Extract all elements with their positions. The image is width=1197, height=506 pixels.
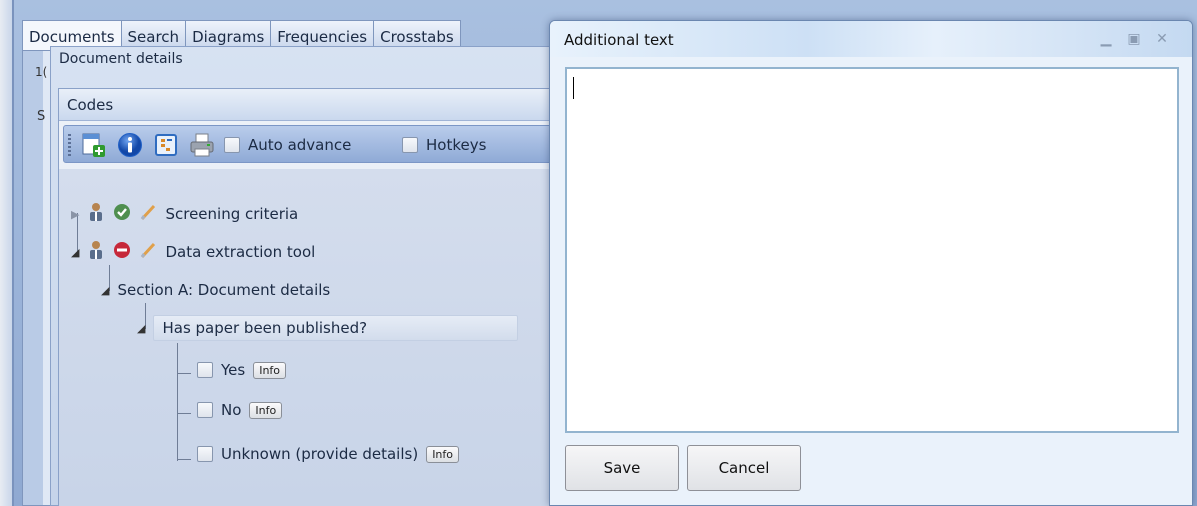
expand-arrow-icon[interactable]: ▶ — [71, 208, 79, 221]
option-unknown[interactable]: Unknown (provide details) Info — [197, 441, 460, 467]
additional-text-input[interactable] — [567, 69, 1177, 431]
check-status-icon — [113, 203, 131, 225]
text-caret — [573, 77, 574, 99]
option-no[interactable]: No Info — [197, 397, 283, 423]
info-button[interactable]: Info — [426, 445, 460, 463]
stop-status-icon — [113, 241, 131, 263]
info-button[interactable]: Info — [249, 401, 283, 419]
left-edge-strip — [0, 0, 14, 506]
tree-view-icon[interactable] — [152, 131, 180, 159]
hotkeys-box[interactable] — [402, 137, 418, 153]
info-button[interactable]: Info — [253, 361, 287, 379]
option-unknown-checkbox[interactable] — [197, 446, 213, 462]
document-details-title: Document details — [59, 51, 183, 67]
dialog-titlebar[interactable]: Additional text ▁ ▣ ✕ — [550, 21, 1192, 57]
codes-title: Codes — [67, 96, 114, 114]
add-code-icon[interactable] — [80, 131, 108, 159]
grid-row-number: 1( — [35, 65, 48, 79]
option-label: Unknown (provide details) — [221, 445, 419, 463]
minimize-icon[interactable]: ▁ — [1096, 31, 1116, 47]
tree-label: Data extraction tool — [165, 243, 316, 261]
auto-advance-box[interactable] — [224, 137, 240, 153]
tree-item-screening-criteria[interactable]: ▶ Screening criteria — [71, 201, 298, 227]
edit-pencil-icon[interactable] — [139, 203, 157, 225]
hotkeys-checkbox[interactable]: Hotkeys — [402, 136, 486, 154]
collapse-arrow-icon[interactable]: ◢ — [71, 246, 79, 259]
option-no-checkbox[interactable] — [197, 402, 213, 418]
collapse-arrow-icon[interactable]: ◢ — [101, 284, 109, 297]
tree-item-data-extraction[interactable]: ◢ Data extraction tool — [71, 239, 315, 265]
close-icon[interactable]: ✕ — [1152, 31, 1172, 47]
print-icon[interactable] — [188, 131, 216, 159]
codes-panel: Codes Auto advance Hotkeys ▶ Screening c… — [58, 88, 583, 506]
question-label: Has paper been published? — [153, 315, 519, 341]
save-button[interactable]: Save — [565, 445, 679, 491]
collapse-arrow-icon[interactable]: ◢ — [137, 322, 145, 335]
edit-pencil-icon[interactable] — [139, 241, 157, 263]
additional-text-dialog: Additional text ▁ ▣ ✕ Save Cancel — [549, 20, 1193, 506]
cancel-button[interactable]: Cancel — [687, 445, 801, 491]
reviewer-icon — [87, 202, 105, 226]
grid-column-fragment: S — [37, 109, 46, 124]
additional-text-area-frame — [565, 67, 1179, 433]
auto-advance-label: Auto advance — [248, 136, 352, 154]
codes-header: Codes — [59, 89, 577, 121]
tree-item-question[interactable]: ◢ Has paper been published? — [137, 315, 519, 341]
auto-advance-checkbox[interactable]: Auto advance — [224, 136, 351, 154]
option-yes-checkbox[interactable] — [197, 362, 213, 378]
option-yes[interactable]: Yes Info — [197, 357, 287, 383]
info-icon[interactable] — [116, 131, 144, 159]
option-label: Yes — [221, 361, 246, 379]
maximize-icon[interactable]: ▣ — [1124, 31, 1144, 47]
tree-label: Section A: Document details — [117, 281, 331, 299]
codes-toolbar: Auto advance Hotkeys — [63, 125, 583, 163]
tree-label: Screening criteria — [165, 205, 299, 223]
toolbar-grip[interactable] — [68, 134, 71, 156]
dialog-title: Additional text — [564, 31, 674, 49]
option-label: No — [221, 401, 242, 419]
hotkeys-label: Hotkeys — [426, 136, 487, 154]
code-tree: ▶ Screening criteria ◢ Data extraction t… — [59, 169, 579, 506]
reviewer-icon — [87, 240, 105, 264]
tree-item-section-a[interactable]: ◢ Section A: Document details — [101, 277, 330, 303]
